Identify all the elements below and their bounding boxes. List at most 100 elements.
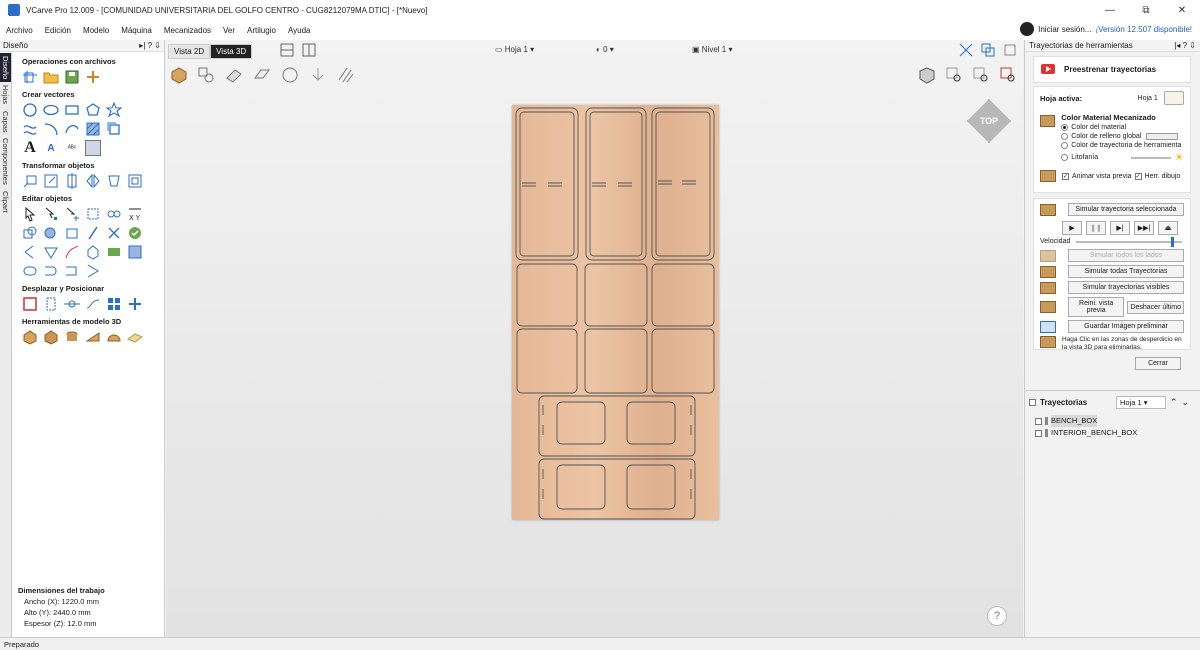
- curve-icon[interactable]: [64, 121, 80, 137]
- zoom-in-icon[interactable]: [945, 66, 963, 86]
- import-icon[interactable]: [85, 69, 101, 85]
- signin-link[interactable]: Iniciar sesión...: [1038, 25, 1091, 34]
- step-button[interactable]: ▶|: [1110, 221, 1130, 235]
- maximize-button[interactable]: ⧉: [1128, 0, 1164, 20]
- scissors-icon[interactable]: [106, 225, 122, 241]
- radio-lithophane[interactable]: [1061, 154, 1069, 161]
- toolpaths-all-checkbox[interactable]: [1029, 399, 1036, 406]
- trim-icon[interactable]: [85, 225, 101, 241]
- toolpath-item[interactable]: INTERIOR_BENCH_BOX: [1035, 427, 1137, 439]
- model-wedge-icon[interactable]: [85, 329, 101, 345]
- radio-material-color[interactable]: [1061, 124, 1069, 131]
- pause-button[interactable]: ❚❚: [1086, 221, 1106, 235]
- slot-icon[interactable]: [22, 263, 38, 279]
- align-icon[interactable]: [64, 173, 80, 189]
- mirror-icon[interactable]: [85, 173, 101, 189]
- close-preview-button[interactable]: Cerrar: [1135, 357, 1181, 370]
- node-edit-icon[interactable]: [43, 206, 59, 222]
- model-cylinder-icon[interactable]: [64, 329, 80, 345]
- tab-icon[interactable]: [43, 263, 59, 279]
- distort-icon[interactable]: [106, 173, 122, 189]
- menu-ayuda[interactable]: Ayuda: [282, 26, 317, 35]
- center-icon[interactable]: [64, 296, 80, 312]
- menu-edicion[interactable]: Edición: [39, 26, 77, 35]
- play-button[interactable]: ▶: [1062, 221, 1082, 235]
- palette-icon[interactable]: [1164, 91, 1184, 105]
- menu-artilugio[interactable]: Artilugio: [241, 26, 282, 35]
- snap-icon[interactable]: [958, 42, 974, 60]
- view-flat-icon[interactable]: [253, 66, 271, 86]
- fillet-icon[interactable]: [22, 244, 38, 260]
- image-trace-icon[interactable]: [85, 140, 101, 156]
- group-icon[interactable]: [106, 206, 122, 222]
- level-selector[interactable]: ▣ Nivel 1 ▾: [692, 45, 732, 54]
- hatch-icon[interactable]: [337, 66, 355, 86]
- panel-controls[interactable]: ▸| ? ⇩: [139, 41, 161, 50]
- user-icon[interactable]: [1020, 22, 1035, 36]
- fill-pattern-icon[interactable]: [85, 121, 101, 137]
- arc-icon[interactable]: [43, 121, 59, 137]
- split-vertical-icon[interactable]: [302, 43, 316, 59]
- model-flat-icon[interactable]: [127, 329, 143, 345]
- zoom-extents-icon[interactable]: [972, 66, 990, 86]
- triangle-icon[interactable]: [43, 244, 59, 260]
- toolpath-checkbox[interactable]: [1035, 417, 1042, 425]
- tab-clipart[interactable]: Clipart: [0, 188, 11, 216]
- rectangle-icon[interactable]: [64, 102, 80, 118]
- layers-icon[interactable]: [980, 42, 996, 60]
- move-icon[interactable]: [22, 173, 38, 189]
- intersect-icon[interactable]: [64, 225, 80, 241]
- transform-icon[interactable]: [64, 206, 80, 222]
- path-icon[interactable]: [85, 296, 101, 312]
- dogbone-icon[interactable]: [64, 263, 80, 279]
- sheet-selector[interactable]: ▭ Hoja 1 ▾: [495, 45, 534, 54]
- menu-archivo[interactable]: Archivo: [0, 26, 39, 35]
- fast-forward-button[interactable]: ▶▶|: [1134, 221, 1154, 235]
- cube-edit-icon[interactable]: [85, 244, 101, 260]
- tab-diseno[interactable]: Diseño: [0, 53, 11, 83]
- shade-icon[interactable]: [918, 66, 936, 86]
- view-sphere-icon[interactable]: [281, 66, 299, 86]
- grid-array-icon[interactable]: [106, 296, 122, 312]
- radio-global-fill[interactable]: [1061, 133, 1069, 140]
- align-objects-icon[interactable]: [43, 296, 59, 312]
- model-box-icon[interactable]: [22, 329, 38, 345]
- arrow-down-icon[interactable]: [309, 66, 327, 86]
- close-button[interactable]: ✕: [1164, 0, 1200, 20]
- model-shape-icon[interactable]: [43, 329, 59, 345]
- eject-button[interactable]: ⏏: [1158, 221, 1178, 235]
- undo-last-button[interactable]: Deshacer último: [1127, 300, 1185, 314]
- chevron-down-icon[interactable]: ⌄: [1182, 397, 1190, 408]
- select-icon[interactable]: [22, 206, 38, 222]
- menu-mecanizados[interactable]: Mecanizados: [158, 26, 217, 35]
- nest-icon[interactable]: [127, 244, 143, 260]
- menu-modelo[interactable]: Modelo: [77, 26, 115, 35]
- menu-ver[interactable]: Ver: [217, 26, 241, 35]
- update-link[interactable]: ¡Versión 12.507 disponible!: [1095, 25, 1192, 34]
- circular-array-icon[interactable]: [127, 296, 143, 312]
- minimize-button[interactable]: —: [1092, 0, 1128, 20]
- animate-checkbox[interactable]: ✓: [1062, 172, 1069, 180]
- tab-capas[interactable]: Capas: [0, 108, 11, 136]
- smooth-curve-icon[interactable]: [64, 244, 80, 260]
- view-top-icon[interactable]: [225, 66, 243, 86]
- help-button[interactable]: ?: [987, 606, 1007, 626]
- open-folder-icon[interactable]: [43, 69, 59, 85]
- array-copy-icon[interactable]: [127, 173, 143, 189]
- simulate-all-sides-button[interactable]: Simular todos los lados: [1068, 249, 1184, 262]
- polyline-icon[interactable]: [22, 121, 38, 137]
- save-preview-image-button[interactable]: Guardar Imágen preliminar: [1068, 320, 1184, 333]
- new-file-icon[interactable]: [22, 69, 38, 85]
- measure-icon[interactable]: X Y: [127, 206, 143, 222]
- chevron-right-icon[interactable]: [85, 263, 101, 279]
- material-board[interactable]: [512, 105, 719, 520]
- tab-2d-view[interactable]: Vista 2D: [168, 44, 211, 59]
- auto-text-icon[interactable]: A: [43, 140, 59, 156]
- menu-maquina[interactable]: Máquina: [115, 26, 158, 35]
- tab-componentes[interactable]: Componentes: [0, 135, 11, 188]
- scale-icon[interactable]: [43, 173, 59, 189]
- offset-icon[interactable]: [106, 121, 122, 137]
- chevron-up-icon[interactable]: ⌃: [1170, 397, 1178, 408]
- toolpath-checkbox[interactable]: [1035, 429, 1042, 437]
- subtract-icon[interactable]: [43, 225, 59, 241]
